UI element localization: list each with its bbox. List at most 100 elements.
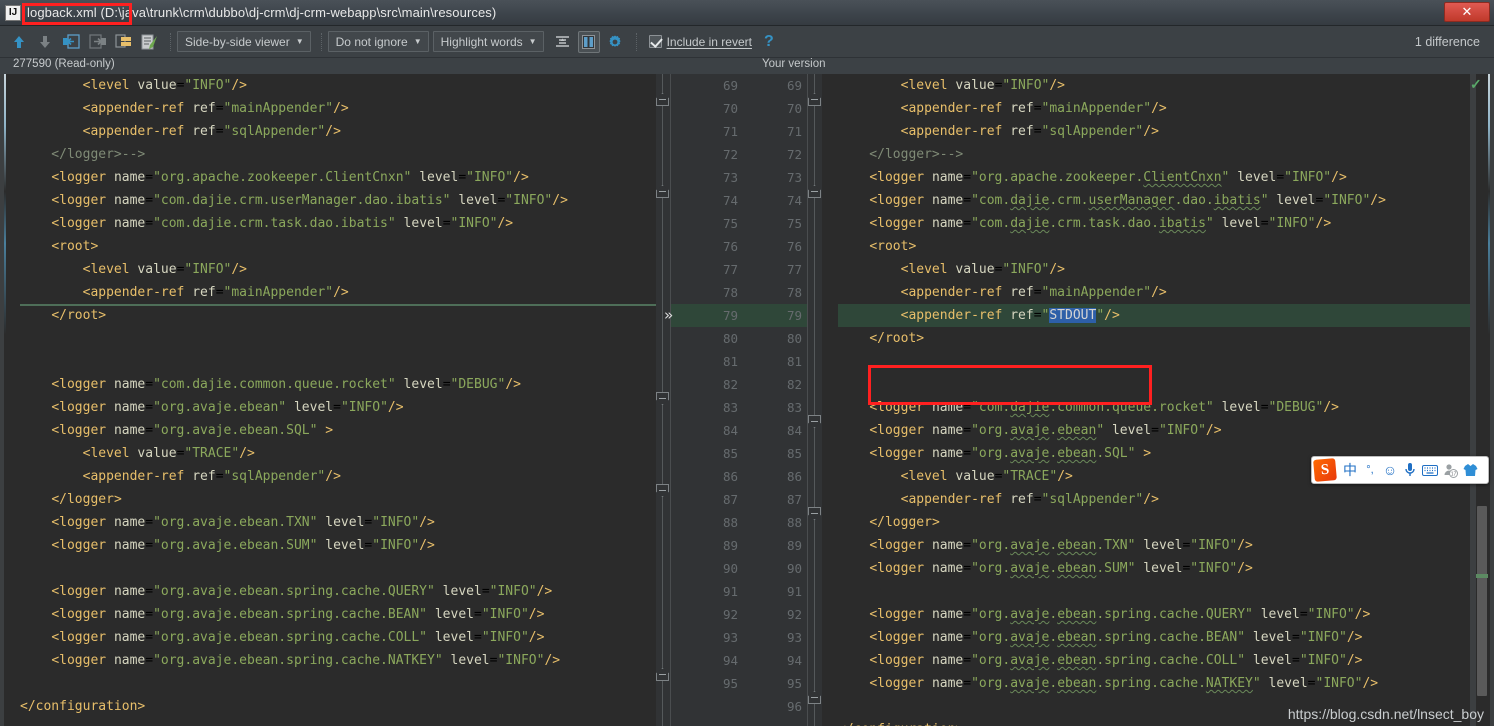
code-line[interactable]: <level value="INFO"/>: [20, 74, 670, 97]
highlight-mode-dropdown[interactable]: Highlight words ▼: [432, 31, 544, 52]
fold-marker-icon[interactable]: [808, 185, 821, 198]
code-line[interactable]: <logger name="com.dajie.crm.userManager.…: [838, 189, 1470, 212]
code-line[interactable]: <logger name="com.dajie.crm.task.dao.iba…: [838, 212, 1470, 235]
code-line[interactable]: [20, 327, 670, 350]
fold-marker-icon[interactable]: [656, 392, 669, 405]
soft-keyboard-icon[interactable]: [1420, 459, 1440, 481]
punctuation-icon[interactable]: °,: [1360, 459, 1380, 481]
gear-icon[interactable]: [604, 31, 626, 53]
fold-marker-icon[interactable]: [656, 484, 669, 497]
fold-marker-icon[interactable]: [656, 93, 669, 106]
line-number: 88: [722, 515, 738, 530]
code-line[interactable]: [20, 350, 670, 373]
code-line[interactable]: <level value="TRACE"/>: [20, 442, 670, 465]
voice-input-icon[interactable]: [1400, 459, 1420, 481]
code-line[interactable]: <logger name="org.avaje.ebean.spring.cac…: [838, 603, 1470, 626]
code-line[interactable]: <logger name="org.avaje.ebean.SQL" >: [20, 419, 670, 442]
ignore-policy-dropdown[interactable]: Do not ignore ▼: [327, 31, 429, 52]
fold-marker-icon[interactable]: [808, 93, 821, 106]
close-window-button[interactable]: ✕: [1444, 2, 1490, 22]
code-line[interactable]: </root>: [838, 327, 1470, 350]
copy-to-clipboard-icon[interactable]: [112, 31, 134, 53]
fold-marker-icon[interactable]: [808, 507, 821, 520]
skin-icon[interactable]: [1460, 459, 1480, 481]
code-line[interactable]: [838, 350, 1470, 373]
fold-marker-icon[interactable]: [808, 691, 821, 704]
viewer-mode-label: Side-by-side viewer: [185, 34, 290, 49]
right-editor-pane[interactable]: <level value="INFO"/> <appender-ref ref=…: [808, 74, 1470, 726]
code-line[interactable]: <logger name="org.avaje.ebean.spring.cac…: [20, 626, 670, 649]
code-line[interactable]: <logger name="org.apache.zookeeper.Clien…: [20, 166, 670, 189]
left-editor-pane[interactable]: <level value="INFO"/> <appender-ref ref=…: [6, 74, 670, 726]
code-line[interactable]: <logger name="org.avaje.ebean.SUM" level…: [838, 557, 1470, 580]
line-number: 86: [786, 469, 802, 484]
code-line[interactable]: <logger name="org.avaje.ebean.spring.cac…: [838, 626, 1470, 649]
next-difference-icon[interactable]: [34, 31, 56, 53]
code-line[interactable]: <root>: [838, 235, 1470, 258]
edit-source-icon[interactable]: [138, 31, 160, 53]
code-line[interactable]: </root>: [20, 304, 670, 327]
emoji-icon[interactable]: ☺: [1380, 459, 1400, 481]
previous-difference-icon[interactable]: [8, 31, 30, 53]
line-number: 94: [786, 653, 802, 668]
chinese-mode-icon[interactable]: 中: [1340, 459, 1360, 481]
code-line[interactable]: <logger name="com.dajie.common.queue.roc…: [20, 373, 670, 396]
code-line[interactable]: <logger name="org.avaje.ebean" level="IN…: [838, 419, 1470, 442]
include-in-revert-checkbox[interactable]: Include in revert: [648, 35, 752, 49]
help-icon[interactable]: ?: [764, 33, 774, 51]
code-line[interactable]: <appender-ref ref="mainAppender"/>: [20, 97, 670, 120]
code-line[interactable]: <logger name="org.avaje.ebean.SUM" level…: [20, 534, 670, 557]
checkbox-box[interactable]: [648, 35, 662, 48]
code-line[interactable]: <logger name="org.avaje.ebean.spring.cac…: [838, 649, 1470, 672]
fold-marker-icon[interactable]: [656, 185, 669, 198]
collapse-unchanged-icon[interactable]: [552, 31, 574, 53]
apply-change-chevron-icon[interactable]: »: [664, 304, 673, 327]
user-center-icon[interactable]: 17: [1440, 459, 1460, 481]
code-line[interactable]: <appender-ref ref="mainAppender"/>: [838, 281, 1470, 304]
code-line[interactable]: <logger name="com.dajie.common.queue.roc…: [838, 396, 1470, 419]
code-line[interactable]: <logger name="org.avaje.ebean.TXN" level…: [838, 534, 1470, 557]
code-line[interactable]: </logger>: [20, 488, 670, 511]
code-line[interactable]: [20, 672, 670, 695]
right-fold-rail[interactable]: [808, 74, 822, 726]
code-line[interactable]: [838, 373, 1470, 396]
fold-marker-icon[interactable]: [808, 415, 821, 428]
code-line[interactable]: <appender-ref ref="mainAppender"/>: [20, 281, 670, 304]
code-line[interactable]: <level value="INFO"/>: [838, 74, 1470, 97]
code-line[interactable]: </logger>-->: [838, 143, 1470, 166]
code-line[interactable]: <root>: [20, 235, 670, 258]
viewer-mode-dropdown[interactable]: Side-by-side viewer ▼: [177, 31, 311, 52]
code-line[interactable]: <level value="INFO"/>: [20, 258, 670, 281]
code-line[interactable]: </logger>: [838, 511, 1470, 534]
right-scrollbar-thumb[interactable]: [1477, 506, 1487, 696]
code-line[interactable]: <level value="INFO"/>: [838, 258, 1470, 281]
code-line[interactable]: <appender-ref ref="sqlAppender"/>: [838, 488, 1470, 511]
code-line[interactable]: <appender-ref ref="sqlAppender"/>: [20, 465, 670, 488]
code-line[interactable]: <appender-ref ref="sqlAppender"/>: [838, 120, 1470, 143]
code-line[interactable]: <logger name="org.avaje.ebean" level="IN…: [20, 396, 670, 419]
right-vertical-scrollbar[interactable]: [1476, 74, 1488, 726]
accept-left-icon[interactable]: [60, 31, 82, 53]
left-fold-rail[interactable]: [656, 74, 670, 726]
accept-right-icon[interactable]: [86, 31, 108, 53]
code-line[interactable]: </logger>-->: [20, 143, 670, 166]
code-line[interactable]: <appender-ref ref="mainAppender"/>: [838, 97, 1470, 120]
fold-marker-icon[interactable]: [656, 668, 669, 681]
code-line[interactable]: <appender-ref ref="sqlAppender"/>: [20, 120, 670, 143]
code-line[interactable]: <appender-ref ref="STDOUT"/>: [838, 304, 1470, 327]
code-line[interactable]: </configuration>: [20, 695, 670, 718]
ime-floating-toolbar[interactable]: S 中 °, ☺ 17: [1311, 456, 1489, 484]
code-line[interactable]: <logger name="org.avaje.ebean.TXN" level…: [20, 511, 670, 534]
code-line[interactable]: [838, 580, 1470, 603]
code-line[interactable]: <logger name="org.apache.zookeeper.Clien…: [838, 166, 1470, 189]
code-line[interactable]: <logger name="org.avaje.ebean.spring.cac…: [20, 603, 670, 626]
code-line[interactable]: <logger name="com.dajie.crm.task.dao.iba…: [20, 212, 670, 235]
code-line[interactable]: <logger name="org.avaje.ebean.spring.cac…: [20, 580, 670, 603]
code-line[interactable]: <logger name="org.avaje.ebean.spring.cac…: [20, 649, 670, 672]
code-line[interactable]: <logger name="com.dajie.crm.userManager.…: [20, 189, 670, 212]
code-line[interactable]: <logger name="org.avaje.ebean.spring.cac…: [838, 672, 1470, 695]
code-line[interactable]: [20, 557, 670, 580]
show-whitespace-icon[interactable]: [577, 30, 600, 53]
sogou-logo-icon[interactable]: S: [1313, 458, 1337, 482]
toolbar-separator: [320, 32, 322, 51]
